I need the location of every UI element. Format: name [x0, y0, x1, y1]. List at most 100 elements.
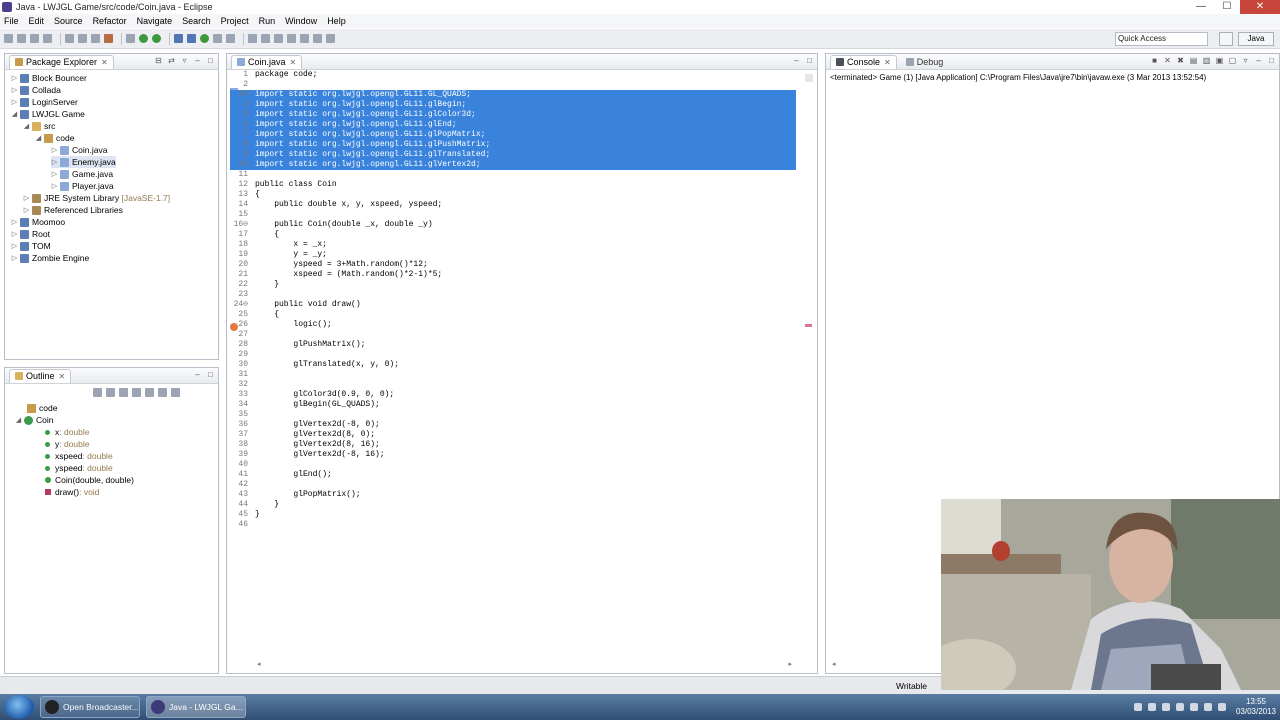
tray-app-icon[interactable]: [1175, 703, 1184, 711]
maximize-button[interactable]: ☐: [1214, 0, 1240, 14]
resume-icon[interactable]: [78, 34, 87, 43]
open-console-icon[interactable]: ▿: [1241, 56, 1250, 65]
code-line[interactable]: 2: [230, 80, 796, 90]
view-menu-icon[interactable]: ▿: [180, 56, 189, 65]
tree-item-enemy-java[interactable]: ▷ Enemy.java: [51, 156, 116, 168]
expand-icon[interactable]: ▷: [11, 242, 18, 250]
run-external-tools-icon[interactable]: [152, 34, 161, 43]
menu-source[interactable]: Source: [54, 16, 83, 26]
menu-help[interactable]: Help: [327, 16, 346, 26]
minimize-icon[interactable]: –: [193, 56, 202, 65]
minimize-button[interactable]: —: [1188, 0, 1214, 14]
code-line[interactable]: 24⊖ public void draw(): [230, 300, 796, 310]
close-button[interactable]: ✕: [1240, 0, 1280, 14]
taskbar-item-eclipse[interactable]: Java - LWJGL Ga...: [146, 696, 246, 718]
outline-item-field-yspeed[interactable]: yspeed : double: [43, 462, 113, 474]
menu-navigate[interactable]: Navigate: [137, 16, 173, 26]
close-icon[interactable]: ✕: [101, 58, 108, 67]
debug-icon[interactable]: [126, 34, 135, 43]
code-line[interactable]: 14 public double x, y, xspeed, yspeed;: [230, 200, 796, 210]
network-icon[interactable]: [1203, 703, 1212, 711]
horizontal-scrollbar[interactable]: ◂ ▸: [257, 660, 792, 668]
sort-icon[interactable]: [106, 388, 115, 397]
collapse-icon[interactable]: ◢: [11, 110, 18, 118]
code-line[interactable]: 37 glVertex2d(8, 0);: [230, 430, 796, 440]
remove-all-terminated-icon[interactable]: ✖: [1176, 56, 1185, 65]
suspend-icon[interactable]: [91, 34, 100, 43]
code-line[interactable]: 42: [230, 480, 796, 490]
tree-item-referenced-libraries[interactable]: ▷ Referenced Libraries: [23, 204, 123, 216]
code-line[interactable]: 18 x = _x;: [230, 240, 796, 250]
previous-annotation-icon[interactable]: [287, 34, 296, 43]
tree-item-lwjgl-game[interactable]: ◢ LWJGL Game: [11, 108, 85, 120]
word-wrap-icon[interactable]: ▥: [1202, 56, 1211, 65]
tree-item-jre-system-library[interactable]: ▷ JRE System Library [JavaSE-1.7]: [23, 192, 170, 204]
scroll-lock-icon[interactable]: ▤: [1189, 56, 1198, 65]
code-line[interactable]: 11: [230, 170, 796, 180]
menu-project[interactable]: Project: [221, 16, 249, 26]
code-line[interactable]: 28 glPushMatrix();: [230, 340, 796, 350]
outline-item-field-y[interactable]: y : double: [43, 438, 90, 450]
collapse-icon[interactable]: ◢: [23, 122, 30, 130]
close-icon[interactable]: ✕: [290, 58, 297, 67]
code-line[interactable]: 46: [230, 520, 796, 530]
new-java-project-icon[interactable]: [174, 34, 183, 43]
tree-item-game-java[interactable]: ▷ Game.java: [51, 168, 113, 180]
outline-item-class-coin[interactable]: ◢ Coin: [15, 414, 54, 426]
code-line[interactable]: 20 yspeed = 3+Math.random()*12;: [230, 260, 796, 270]
next-annotation-icon[interactable]: [274, 34, 283, 43]
minimize-icon[interactable]: –: [193, 370, 202, 379]
toggle-mark-occurrences-icon[interactable]: [248, 34, 257, 43]
hide-fields-icon[interactable]: [119, 388, 128, 397]
close-icon[interactable]: ✕: [59, 372, 66, 381]
code-line[interactable]: 10 import static org.lwjgl.opengl.GL11.gl…: [230, 160, 796, 170]
expand-icon[interactable]: ▷: [51, 158, 58, 166]
code-line[interactable]: 25 {: [230, 310, 796, 320]
code-line[interactable]: 6 import static org.lwjgl.opengl.GL11.glE…: [230, 120, 796, 130]
code-line[interactable]: 3⊖ import static org.lwjgl.opengl.GL11.GL…: [230, 90, 796, 100]
expand-icon[interactable]: ▷: [23, 194, 30, 202]
pin-console-icon[interactable]: ▣: [1215, 56, 1224, 65]
hide-non-public-icon[interactable]: [145, 388, 154, 397]
show-hidden-icons[interactable]: [1133, 703, 1142, 711]
code-line[interactable]: 35: [230, 410, 796, 420]
code-line[interactable]: 9 import static org.lwjgl.opengl.GL11.glT…: [230, 150, 796, 160]
tab-outline[interactable]: Outline ✕: [9, 368, 72, 383]
view-menu-icon[interactable]: [171, 388, 180, 397]
new-package-icon[interactable]: [187, 34, 196, 43]
taskbar-clock[interactable]: 13:55 03/03/2013: [1236, 697, 1276, 717]
java-perspective-button[interactable]: Java: [1238, 32, 1274, 46]
menu-edit[interactable]: Edit: [29, 16, 45, 26]
code-line[interactable]: 40: [230, 460, 796, 470]
code-line[interactable]: 39 glVertex2d(-8, 16);: [230, 450, 796, 460]
volume-icon[interactable]: [1217, 703, 1226, 711]
tree-item-zombie-engine[interactable]: ▷ Zombie Engine: [11, 252, 89, 264]
code-line[interactable]: 4 import static org.lwjgl.opengl.GL11.glB…: [230, 100, 796, 110]
maximize-icon[interactable]: □: [206, 370, 215, 379]
code-line[interactable]: 34 glBegin(GL_QUADS);: [230, 400, 796, 410]
search-icon[interactable]: [226, 34, 235, 43]
code-line[interactable]: 7 import static org.lwjgl.opengl.GL11.glP…: [230, 130, 796, 140]
tree-item-player-java[interactable]: ▷ Player.java: [51, 180, 114, 192]
code-line[interactable]: 23: [230, 290, 796, 300]
start-button[interactable]: [4, 695, 34, 719]
tree-item-code[interactable]: ◢ code: [35, 132, 75, 144]
run-icon[interactable]: [139, 34, 148, 43]
taskbar-item-obs[interactable]: Open Broadcaster...: [40, 696, 140, 718]
forward-icon[interactable]: [313, 34, 322, 43]
expand-icon[interactable]: ▷: [11, 98, 18, 106]
menu-window[interactable]: Window: [285, 16, 317, 26]
new-class-icon[interactable]: [200, 34, 209, 43]
scroll-left-icon[interactable]: ◂: [832, 660, 836, 668]
collapse-all-icon[interactable]: ⊟: [154, 56, 163, 65]
collapse-icon[interactable]: ◢: [35, 134, 42, 142]
save-icon[interactable]: [17, 34, 26, 43]
skip-breakpoints-icon[interactable]: [65, 34, 74, 43]
code-line[interactable]: 15: [230, 210, 796, 220]
code-line[interactable]: 30 glTranslated(x, y, 0);: [230, 360, 796, 370]
code-line[interactable]: 45}: [230, 510, 796, 520]
close-icon[interactable]: ✕: [884, 58, 891, 67]
back-icon[interactable]: [300, 34, 309, 43]
code-line[interactable]: 38 glVertex2d(8, 16);: [230, 440, 796, 450]
expand-icon[interactable]: ▷: [51, 170, 58, 178]
